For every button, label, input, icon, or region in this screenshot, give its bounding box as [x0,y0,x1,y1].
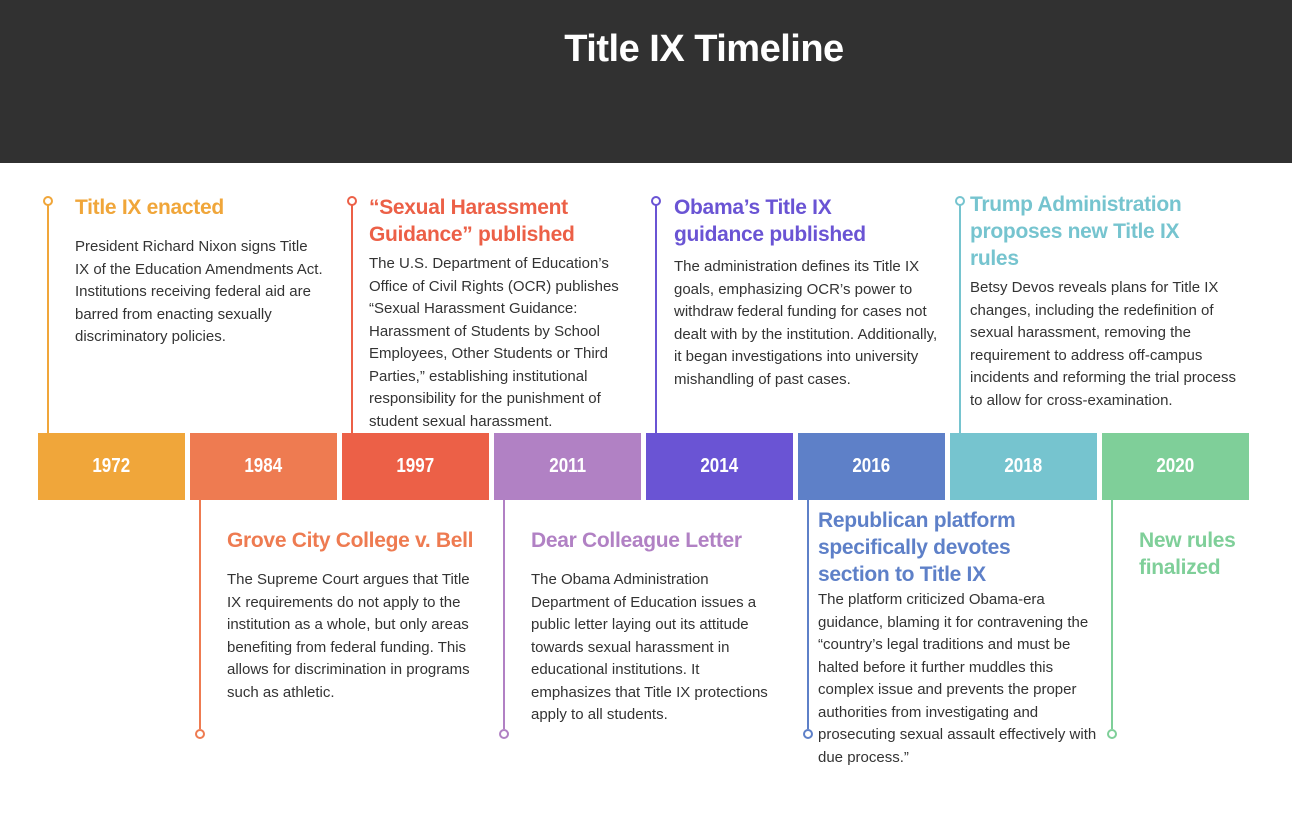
year-band-1984: 1984 [190,433,337,500]
event-title-2020: New rules finalized [1139,529,1236,579]
year-label: 2018 [1004,455,1043,477]
event-description-2016: The platform criticized Obama-era guidan… [818,591,1097,766]
connector-dot-2014 [651,196,661,206]
event-description-2011: The Obama Administration Department of E… [531,571,768,723]
connector-line-1984 [199,500,201,729]
year-band-2014: 2014 [646,433,793,500]
header-bar [0,0,1292,163]
event-title-1997: “Sexual Harassment Guidance” published [369,196,575,246]
connector-dot-2016 [803,729,813,739]
connector-line-1997 [351,205,353,433]
event-description-1997: The U.S. Department of Education’s Offic… [369,255,619,430]
connector-dot-2011 [499,729,509,739]
year-band-1997: 1997 [342,433,489,500]
event-description-2018: Betsy Devos reveals plans for Title IX c… [970,279,1236,409]
connector-dot-1972 [43,196,53,206]
connector-dot-1984 [195,729,205,739]
connector-dot-2018 [955,196,965,206]
year-label: 2016 [852,455,891,477]
connector-line-1972 [47,205,49,433]
connector-line-2014 [655,205,657,433]
event-description-1972: President Richard Nixon signs Title IX o… [75,238,323,345]
event-title-2016: Republican platform specifically devotes… [818,509,1016,586]
year-label: 1972 [92,455,131,477]
page-title: Title IX Timeline [564,28,844,70]
year-label: 1997 [396,455,435,477]
year-band-2011: 2011 [494,433,641,500]
connector-line-2018 [959,205,961,433]
year-label: 2020 [1156,455,1195,477]
connector-line-2020 [1111,500,1113,729]
year-label: 2014 [700,455,739,477]
event-title-1972: Title IX enacted [75,196,224,219]
connector-dot-1997 [347,196,357,206]
year-band-2018: 2018 [950,433,1097,500]
event-title-2018: Trump Administration proposes new Title … [970,193,1182,270]
connector-line-2016 [807,500,809,729]
year-label: 2011 [549,455,586,477]
year-band-2016: 2016 [798,433,945,500]
event-title-2014: Obama’s Title IX guidance published [674,196,866,246]
event-title-2011: Dear Colleague Letter [531,529,742,552]
year-label: 1984 [244,455,283,477]
connector-line-2011 [503,500,505,729]
event-description-2014: The administration defines its Title IX … [674,258,938,388]
year-band-1972: 1972 [38,433,185,500]
connector-dot-2020 [1107,729,1117,739]
event-title-1984: Grove City College v. Bell [227,529,474,552]
event-description-1984: The Supreme Court argues that Title IX r… [227,571,470,701]
year-band-2020: 2020 [1102,433,1249,500]
